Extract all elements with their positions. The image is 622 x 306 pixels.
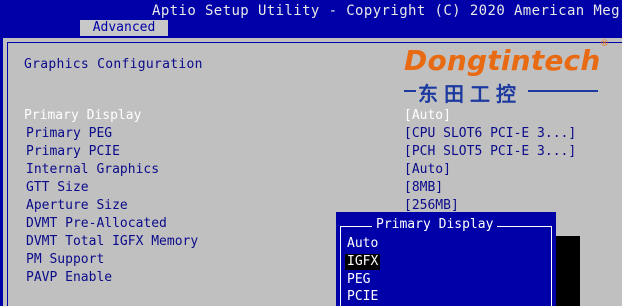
popup-title: Primary Display <box>372 217 498 233</box>
popup-shadow <box>556 236 580 306</box>
setting-row-primary-display[interactable]: Primary Display [Auto] <box>3 107 618 125</box>
logo-line-left <box>404 90 416 92</box>
setting-row-primary-peg[interactable]: Primary PEG [CPU SLOT6 PCI-E 3...] <box>3 125 618 143</box>
setting-label: DVMT Total IGFX Memory <box>26 234 199 249</box>
setting-value[interactable]: [Auto] <box>404 161 451 179</box>
setting-label: Internal Graphics <box>26 162 160 177</box>
setting-label: DVMT Pre-Allocated <box>26 216 167 231</box>
logo-chinese-text: 东田工控 <box>418 82 522 106</box>
primary-display-popup[interactable]: Primary Display Auto IGFX PEG PCIE <box>336 212 556 306</box>
popup-option-peg[interactable]: PEG <box>347 272 370 288</box>
setting-label: Primary PCIE <box>26 144 120 159</box>
setting-value[interactable]: [Auto] <box>404 107 451 125</box>
registered-mark: ® <box>600 39 609 49</box>
title-bar: Aptio Setup Utility - Copyright (C) 2020… <box>0 0 622 20</box>
setting-label: GTT Size <box>26 180 89 195</box>
popup-option-pcie[interactable]: PCIE <box>347 289 378 305</box>
setting-label: Aperture Size <box>26 198 128 213</box>
setting-label: PM Support <box>26 252 105 267</box>
section-title: Graphics Configuration <box>24 57 203 72</box>
setting-label: PAVP Enable <box>26 270 113 285</box>
bios-screen: Aptio Setup Utility - Copyright (C) 2020… <box>0 0 622 306</box>
popup-option-igfx[interactable]: IGFX <box>345 254 381 270</box>
popup-option-auto[interactable]: Auto <box>347 236 378 252</box>
setting-label: Primary Display <box>24 108 142 123</box>
logo-line-right <box>528 90 598 92</box>
setting-label: Primary PEG <box>26 126 113 141</box>
setting-row-primary-pcie[interactable]: Primary PCIE [PCH SLOT5 PCI-E 3...] <box>3 143 618 161</box>
setting-row-gtt-size[interactable]: GTT Size [8MB] <box>3 179 618 197</box>
tab-bar: Advanced <box>0 20 622 36</box>
logo-brand-text: Dongtintech <box>404 44 601 77</box>
dongtintech-logo: Dongtintech ® 东田工控 <box>404 39 614 108</box>
setting-value[interactable]: [8MB] <box>404 179 443 197</box>
title-bar-text: Aptio Setup Utility - Copyright (C) 2020… <box>152 3 620 19</box>
setting-value[interactable]: [PCH SLOT5 PCI-E 3...] <box>404 143 576 161</box>
setting-row-internal-graphics[interactable]: Internal Graphics [Auto] <box>3 161 618 179</box>
tab-advanced[interactable]: Advanced <box>80 20 168 36</box>
setting-value[interactable]: [CPU SLOT6 PCI-E 3...] <box>404 125 576 143</box>
